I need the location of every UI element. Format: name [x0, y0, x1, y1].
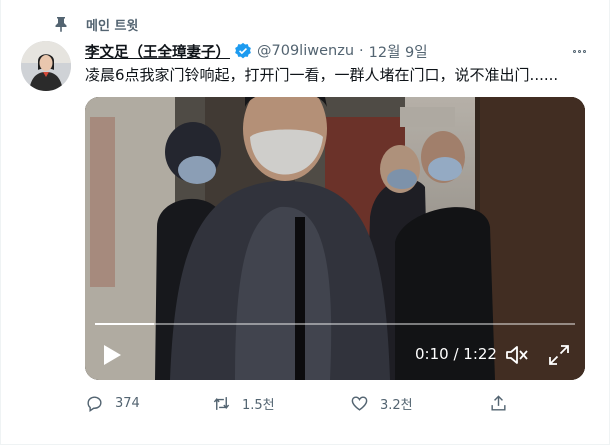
- tweet-actions: 374 1.5천 3.2천: [85, 392, 585, 414]
- meta-separator: ·: [359, 43, 364, 59]
- author-handle[interactable]: @709liwenzu: [257, 43, 354, 59]
- pinned-indicator: 메인 트윗: [54, 14, 138, 34]
- tweet-text: 凌晨6点我家门铃响起，打开门一看，一群人堵在门口，说不准出门......: [85, 66, 559, 84]
- play-icon[interactable]: [101, 343, 123, 367]
- heart-icon: [351, 395, 368, 411]
- video-frame: [85, 97, 585, 380]
- share-button[interactable]: [489, 392, 508, 414]
- tweet-card[interactable]: 메인 트윗 李文足（王全璋妻子） @709liwenzu · 12월 9일 凌晨…: [0, 0, 610, 445]
- fullscreen-icon[interactable]: [547, 343, 571, 367]
- retweet-button[interactable]: 1.5천: [212, 392, 275, 414]
- video-progress-bar[interactable]: [95, 323, 575, 325]
- like-count: 3.2천: [380, 397, 413, 413]
- avatar-photo: [21, 41, 71, 91]
- pin-icon: [55, 17, 67, 32]
- avatar[interactable]: [21, 41, 71, 91]
- pinned-label: 메인 트윗: [86, 18, 139, 34]
- more-options-icon[interactable]: [569, 41, 589, 61]
- retweet-icon: [213, 396, 230, 410]
- video-progress-fill: [95, 323, 154, 325]
- verified-badge-icon: [235, 42, 251, 59]
- tweet-date-link[interactable]: 12월 9일: [369, 41, 428, 62]
- reply-icon: [87, 395, 102, 412]
- tweet-header: 李文足（王全璋妻子） @709liwenzu · 12월 9일: [85, 40, 595, 62]
- author-name-link[interactable]: 李文足（王全璋妻子）: [85, 41, 230, 62]
- reply-button[interactable]: 374: [85, 392, 140, 414]
- video-player[interactable]: 0:10 / 1:22: [85, 97, 585, 380]
- retweet-count: 1.5천: [242, 397, 275, 413]
- volume-muted-icon[interactable]: [505, 344, 529, 366]
- reply-count: 374: [115, 395, 140, 411]
- like-button[interactable]: 3.2천: [350, 392, 413, 414]
- share-icon: [491, 394, 506, 411]
- video-time: 0:10 / 1:22: [415, 345, 497, 363]
